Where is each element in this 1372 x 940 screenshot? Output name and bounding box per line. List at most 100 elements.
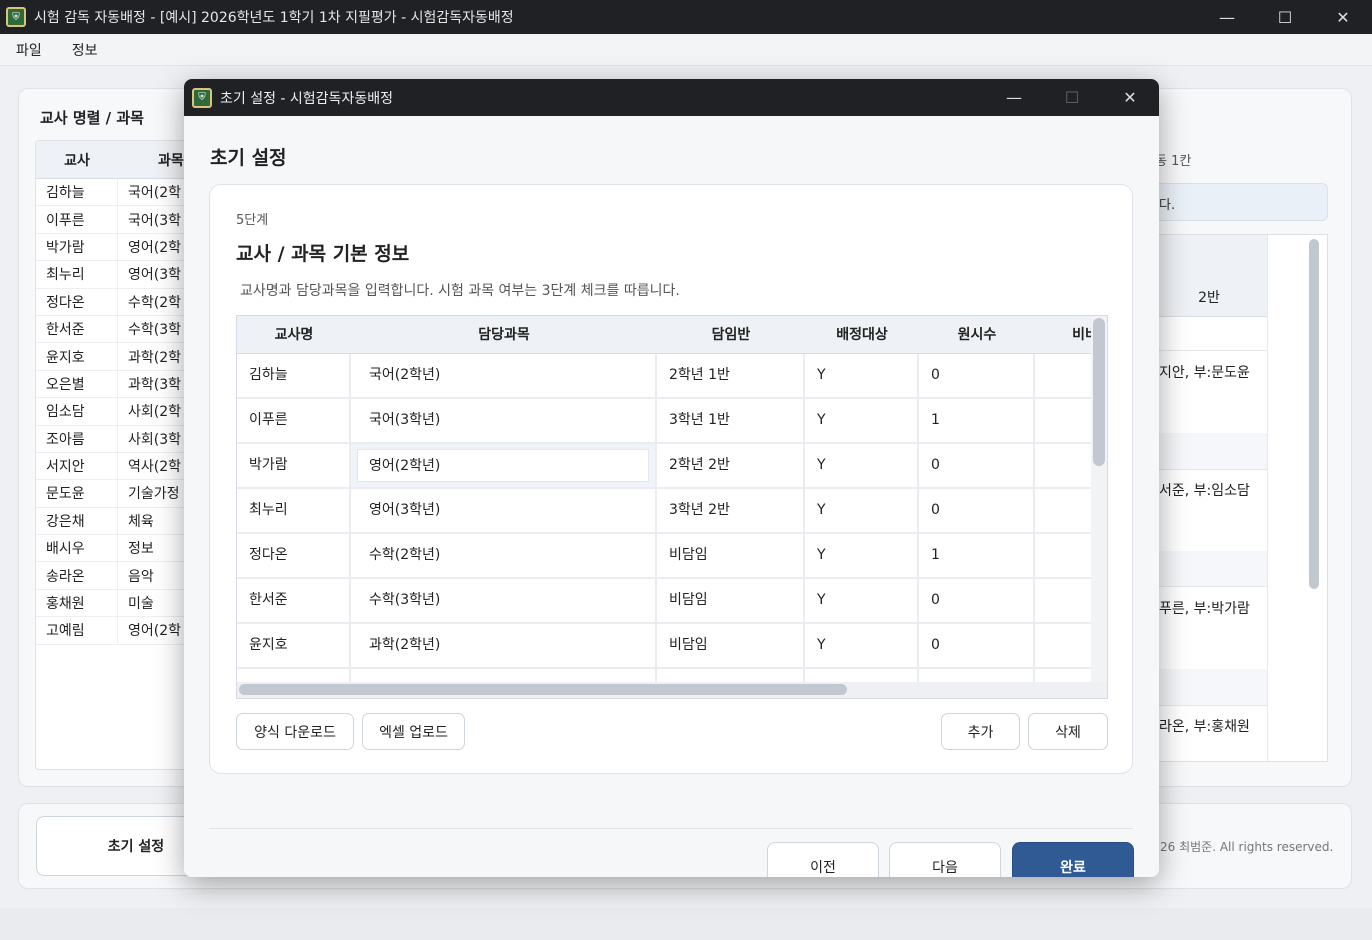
cell-hours[interactable]: 1 (919, 534, 1035, 577)
teacher-grid-row[interactable]: 최누리 영어(3학년) 3학년 2반 Y 0 (237, 489, 1093, 534)
close-button[interactable]: ✕ (1314, 0, 1372, 34)
col-homeroom[interactable]: 담임반 (657, 316, 805, 354)
cell-target[interactable]: Y (805, 579, 919, 622)
maximize-button[interactable]: ☐ (1256, 0, 1314, 34)
cell-name[interactable]: 이푸른 (237, 399, 351, 442)
cell-target[interactable]: Y (805, 489, 919, 532)
teacher-list-row[interactable]: 김하늘 국어(2학 (36, 179, 194, 207)
cell-homeroom[interactable]: 비담임 (657, 624, 805, 667)
grid-cell[interactable]: 푸른, 부:박가람 (1151, 587, 1267, 629)
cell-hours[interactable]: 0 (919, 624, 1035, 667)
teacher-list-row[interactable]: 문도윤 기술가정 (36, 480, 194, 508)
grid-hscroll-track[interactable] (237, 682, 1107, 698)
teacher-subject-cell: 수학(2학 (128, 294, 182, 311)
grid-cell[interactable]: 서준, 부:임소담 (1151, 469, 1267, 511)
cell-hours[interactable]: 1 (919, 399, 1035, 442)
excel-upload-button[interactable]: 엑셀 업로드 (362, 713, 465, 750)
teacher-list-row[interactable]: 정다온 수학(2학 (36, 288, 194, 316)
cell-extra[interactable] (1035, 534, 1093, 577)
finish-button[interactable]: 완료 (1012, 842, 1134, 877)
cell-homeroom[interactable]: 3학년 2반 (657, 489, 805, 532)
window-title: 시험 감독 자동배정 - [예시] 2026학년도 1학기 1차 지필평가 - … (34, 10, 514, 26)
cell-target[interactable]: Y (805, 534, 919, 577)
delete-button[interactable]: 삭제 (1028, 713, 1108, 750)
cell-subject[interactable]: 국어(2학년) (351, 354, 657, 397)
grid-cell[interactable]: 라온, 부:홍채원 (1151, 705, 1267, 747)
cell-extra[interactable] (1035, 489, 1093, 532)
cell-extra[interactable] (1035, 579, 1093, 622)
col-subject[interactable]: 담당과목 (351, 316, 657, 354)
teacher-list-row[interactable]: 배시우 정보 (36, 535, 194, 563)
cell-target[interactable]: Y (805, 444, 919, 487)
grid-scrollbar[interactable] (1309, 239, 1319, 589)
cell-target[interactable]: Y (805, 399, 919, 442)
menu-info[interactable]: 정보 (72, 40, 98, 60)
cell-name[interactable]: 최누리 (237, 489, 351, 532)
cell-subject[interactable]: 과학(2학년) (351, 624, 657, 667)
grid-vscroll-thumb[interactable] (1093, 318, 1105, 466)
teacher-grid-row[interactable]: 이푸른 국어(3학년) 3학년 1반 Y 1 (237, 399, 1093, 444)
cell-name[interactable]: 윤지호 (237, 624, 351, 667)
teacher-list-row[interactable]: 송라온 음악 (36, 562, 194, 590)
teacher-list-row[interactable]: 고예림 영어(2학 (36, 617, 194, 645)
grid-cell[interactable]: 지안, 부:문도윤 (1151, 351, 1267, 393)
add-button[interactable]: 추가 (941, 713, 1020, 750)
cell-editor-input[interactable]: 영어(2학년) (357, 449, 649, 482)
grid-header-class: 2반 (1198, 290, 1220, 306)
cell-extra[interactable] (1035, 444, 1093, 487)
prev-button[interactable]: 이전 (767, 842, 879, 877)
col-hours[interactable]: 원시수 (919, 316, 1035, 354)
teacher-list-row[interactable]: 홍채원 미술 (36, 589, 194, 618)
cell-hours[interactable]: 0 (919, 354, 1035, 397)
cell-hours[interactable]: 0 (919, 489, 1035, 532)
template-download-button[interactable]: 양식 다운로드 (236, 713, 354, 750)
app-shield-icon: ⛨ (6, 7, 26, 27)
cell-subject[interactable]: 영어(3학년) (351, 489, 657, 532)
cell-extra[interactable] (1035, 624, 1093, 667)
cell-homeroom[interactable]: 2학년 1반 (657, 354, 805, 397)
cell-target[interactable]: Y (805, 624, 919, 667)
cell-name[interactable]: 정다온 (237, 534, 351, 577)
cell-name[interactable]: 한서준 (237, 579, 351, 622)
teacher-list-row[interactable]: 최누리 영어(3학 (36, 261, 194, 289)
teacher-list-row[interactable]: 박가람 영어(2학 (36, 233, 194, 262)
next-button[interactable]: 다음 (889, 842, 1001, 877)
minimize-button[interactable]: — (1198, 0, 1256, 34)
cell-subject[interactable]: 영어(2학년) (351, 444, 657, 487)
teacher-list-row[interactable]: 오은별 과학(3학 (36, 370, 194, 399)
cell-subject[interactable]: 국어(3학년) (351, 399, 657, 442)
teacher-list-row[interactable]: 한서준 수학(3학 (36, 315, 194, 344)
cell-target[interactable]: Y (805, 354, 919, 397)
teacher-grid-row[interactable]: 김하늘 국어(2학년) 2학년 1반 Y 0 (237, 354, 1093, 399)
teacher-grid-row[interactable]: 한서준 수학(3학년) 비담임 Y 0 (237, 579, 1093, 624)
teacher-list-row[interactable]: 강은채 체육 (36, 507, 194, 536)
cell-homeroom[interactable]: 3학년 1반 (657, 399, 805, 442)
teacher-name-cell: 배시우 (36, 535, 118, 562)
cell-hours[interactable]: 0 (919, 579, 1035, 622)
cell-name[interactable]: 박가람 (237, 444, 351, 487)
col-name[interactable]: 교사명 (237, 316, 351, 354)
teacher-grid-row[interactable]: 윤지호 과학(2학년) 비담임 Y 0 (237, 624, 1093, 669)
cell-subject[interactable]: 수학(3학년) (351, 579, 657, 622)
teacher-list-row[interactable]: 서지안 역사(2학 (36, 452, 194, 481)
cell-name[interactable]: 김하늘 (237, 354, 351, 397)
teacher-grid-row[interactable]: 박가람 영어(2학년) 2학년 2반 Y 0 (237, 444, 1093, 489)
cell-extra[interactable] (1035, 354, 1093, 397)
cell-extra[interactable] (1035, 399, 1093, 442)
teacher-list-row[interactable]: 임소담 사회(2학 (36, 398, 194, 426)
col-target[interactable]: 배정대상 (805, 316, 919, 354)
teacher-list-row[interactable]: 이푸른 국어(3학 (36, 206, 194, 234)
cell-homeroom[interactable]: 2학년 2반 (657, 444, 805, 487)
teacher-grid-row[interactable]: 정다온 수학(2학년) 비담임 Y 1 (237, 534, 1093, 579)
grid-hscroll-thumb[interactable] (239, 684, 847, 695)
menu-file[interactable]: 파일 (16, 40, 42, 60)
dialog-close-button[interactable]: ✕ (1101, 79, 1159, 116)
cell-subject[interactable]: 수학(2학년) (351, 534, 657, 577)
cell-homeroom[interactable]: 비담임 (657, 579, 805, 622)
dialog-minimize-button[interactable]: — (985, 79, 1043, 116)
teacher-list-row[interactable]: 윤지호 과학(2학 (36, 343, 194, 371)
teacher-list-row[interactable]: 조아름 사회(3학 (36, 425, 194, 453)
grid-vscroll-track[interactable] (1091, 316, 1107, 698)
cell-hours[interactable]: 0 (919, 444, 1035, 487)
cell-homeroom[interactable]: 비담임 (657, 534, 805, 577)
